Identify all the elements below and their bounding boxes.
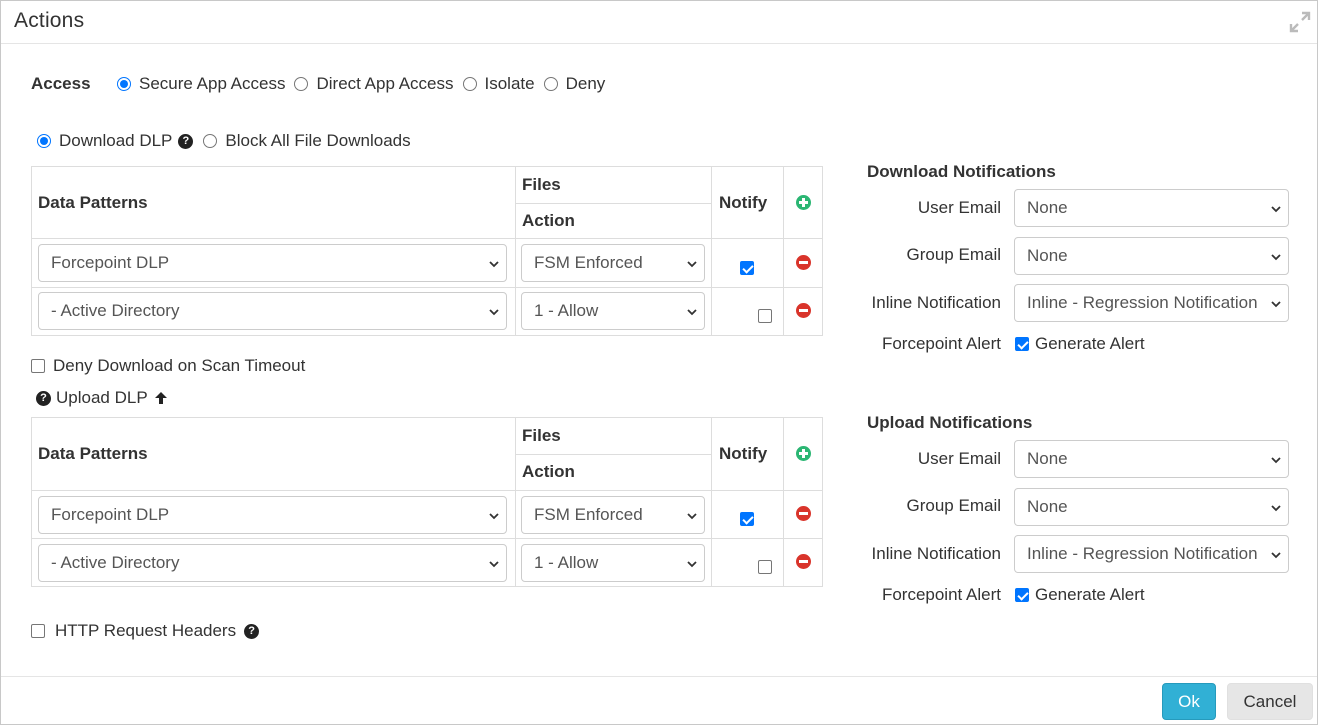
dialog-header: Actions: [1, 1, 1317, 44]
data-pattern-select[interactable]: - Active Directory: [38, 292, 507, 330]
chevron-down-icon: [489, 561, 499, 568]
forcepoint-alert-label: Forcepoint Alert: [881, 585, 1001, 604]
radio-label-block-all-downloads: Block All File Downloads: [225, 131, 411, 150]
chevron-down-icon: [1271, 301, 1281, 308]
radio-label-isolate: Isolate: [484, 74, 535, 93]
chevron-down-icon: [489, 513, 499, 520]
dialog-title: Actions: [14, 9, 85, 32]
header-data-patterns: Data Patterns: [38, 193, 148, 212]
dialog-footer: [1, 676, 1317, 726]
upload-dlp-label: Upload DLP: [56, 388, 148, 407]
remove-row-icon[interactable]: [796, 303, 811, 318]
file-action-select[interactable]: 1 - Allow: [521, 292, 705, 330]
notify-checkbox[interactable]: [758, 559, 773, 574]
http-headers-label: HTTP Request Headers: [55, 621, 237, 640]
header-data-patterns: Data Patterns: [38, 444, 148, 463]
remove-row-icon[interactable]: [796, 554, 811, 569]
upload-dlp-row: ? Upload DLP: [36, 388, 169, 408]
inline-notification-select[interactable]: Inline - Regression Notification: [1014, 284, 1289, 322]
data-pattern-select[interactable]: - Active Directory: [38, 544, 507, 582]
add-row-icon[interactable]: [796, 195, 811, 210]
remove-row-icon[interactable]: [796, 506, 811, 521]
radio-label-download-dlp: Download DLP: [59, 131, 173, 150]
generate-alert-checkbox[interactable]: [1015, 588, 1029, 602]
chevron-down-icon: [687, 261, 697, 268]
file-action-select[interactable]: FSM Enforced: [521, 496, 705, 534]
chevron-down-icon: [687, 561, 697, 568]
header-action: Action: [522, 211, 575, 230]
generate-alert-label: Generate Alert: [1035, 585, 1145, 604]
user-email-label: User Email: [917, 449, 1001, 468]
arrow-up-icon: [154, 392, 167, 404]
user-email-select[interactable]: None: [1014, 189, 1289, 227]
chevron-down-icon: [1271, 206, 1281, 213]
header-notify: Notify: [719, 193, 768, 212]
header-notify: Notify: [719, 444, 768, 463]
chevron-down-icon: [1271, 254, 1281, 261]
chevron-down-icon: [1271, 505, 1281, 512]
radio-label-direct-app-access: Direct App Access: [316, 74, 454, 93]
chevron-down-icon: [489, 261, 499, 268]
add-row-icon[interactable]: [796, 446, 811, 461]
help-icon[interactable]: ?: [178, 133, 194, 149]
deny-download-timeout-checkbox[interactable]: [31, 359, 45, 373]
notify-checkbox[interactable]: [740, 511, 754, 526]
actions-dialog: Actions Access Secure App Access Direct …: [0, 0, 1318, 725]
notify-checkbox[interactable]: [758, 308, 773, 323]
forcepoint-alert-label: Forcepoint Alert: [881, 334, 1001, 353]
download-mode-radio-group: Download DLP ? Block All File Downloads: [37, 131, 420, 151]
radio-secure-app-access[interactable]: [117, 77, 131, 91]
file-action-select[interactable]: FSM Enforced: [521, 244, 705, 282]
group-email-select[interactable]: None: [1014, 488, 1289, 526]
generate-alert-checkbox[interactable]: [1015, 337, 1029, 351]
radio-label-deny: Deny: [565, 74, 606, 93]
group-email-label: Group Email: [906, 245, 1001, 264]
radio-block-all-downloads[interactable]: [203, 134, 218, 148]
group-email-label: Group Email: [906, 496, 1001, 515]
generate-alert-row: Generate Alert: [1015, 585, 1145, 605]
inline-notification-label: Inline Notification: [871, 544, 1001, 563]
download-notifications-title: Download Notifications: [867, 162, 1056, 181]
access-label: Access: [31, 74, 91, 93]
access-radio-group: Secure App Access Direct App Access Isol…: [117, 74, 614, 94]
radio-isolate[interactable]: [462, 77, 477, 91]
chevron-down-icon: [1271, 552, 1281, 559]
ok-button[interactable]: Ok: [1162, 683, 1216, 720]
expand-icon[interactable]: [1289, 11, 1311, 33]
radio-deny[interactable]: [543, 77, 558, 91]
chevron-down-icon: [1271, 457, 1281, 464]
chevron-down-icon: [687, 309, 697, 316]
cancel-button[interactable]: Cancel: [1227, 683, 1313, 720]
header-action: Action: [522, 462, 575, 481]
header-files: Files: [522, 426, 561, 445]
user-email-label: User Email: [917, 198, 1001, 217]
radio-label-secure-app-access: Secure App Access: [139, 74, 286, 93]
data-pattern-select[interactable]: Forcepoint DLP: [38, 496, 507, 534]
deny-download-timeout-label: Deny Download on Scan Timeout: [53, 356, 306, 375]
header-files: Files: [522, 175, 561, 194]
group-email-select[interactable]: None: [1014, 237, 1289, 275]
download-dlp-table: Data Patterns Files Action Notify Forcep…: [31, 166, 823, 336]
upload-dlp-table: Data Patterns Files Action Notify Forcep…: [31, 417, 823, 587]
user-email-select[interactable]: None: [1014, 440, 1289, 478]
chevron-down-icon: [687, 513, 697, 520]
http-headers-checkbox[interactable]: [31, 624, 45, 638]
help-icon[interactable]: ?: [244, 623, 260, 639]
http-headers-row: HTTP Request Headers ?: [31, 621, 260, 641]
inline-notification-select[interactable]: Inline - Regression Notification: [1014, 535, 1289, 573]
upload-notifications-title: Upload Notifications: [867, 413, 1033, 432]
generate-alert-label: Generate Alert: [1035, 334, 1145, 353]
generate-alert-row: Generate Alert: [1015, 334, 1145, 354]
file-action-select[interactable]: 1 - Allow: [521, 544, 705, 582]
data-pattern-select[interactable]: Forcepoint DLP: [38, 244, 507, 282]
help-icon[interactable]: ?: [36, 390, 51, 406]
radio-direct-app-access[interactable]: [294, 77, 309, 91]
inline-notification-label: Inline Notification: [871, 293, 1001, 312]
deny-download-timeout-row: Deny Download on Scan Timeout: [31, 356, 305, 376]
notify-checkbox[interactable]: [740, 260, 754, 275]
remove-row-icon[interactable]: [796, 255, 811, 270]
chevron-down-icon: [489, 309, 499, 316]
radio-download-dlp[interactable]: [37, 134, 51, 148]
